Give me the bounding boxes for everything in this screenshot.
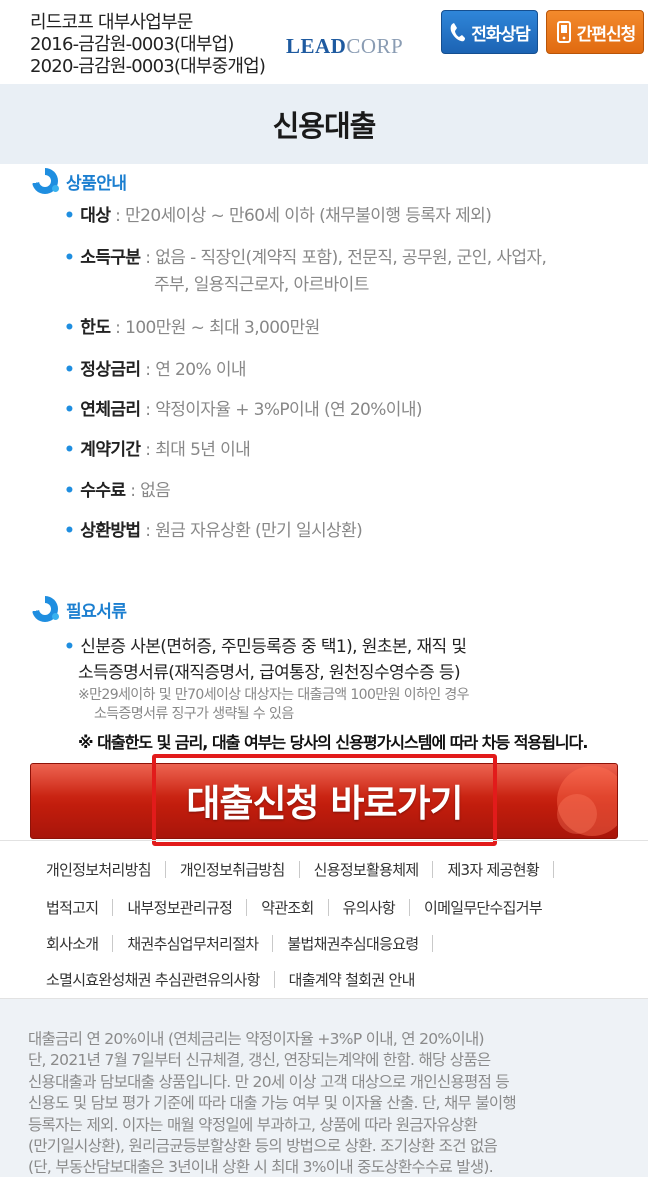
registration-lending: 2016-금감원-0003(대부업) bbox=[30, 34, 234, 55]
footer-link-row-1: 개인정보처리방침 개인정보취급방침 신용정보활용체제 제3자 제공현황 bbox=[32, 859, 554, 880]
footer-links: 개인정보처리방침 개인정보취급방침 신용정보활용체제 제3자 제공현황 법적고지… bbox=[0, 840, 648, 998]
quick-apply-label: 간편신청 bbox=[576, 24, 637, 45]
logo-corp: CORP bbox=[346, 34, 404, 58]
link-expired-claims[interactable]: 소멸시효완성채권 추심관련유의사항 bbox=[32, 969, 274, 990]
bullet: • bbox=[64, 637, 75, 657]
link-terms[interactable]: 약관조회 bbox=[247, 897, 327, 918]
required-docs: • 신분증 사본(면허증, 주민등록증 중 택1), 원초본, 재직 및 소득증명… bbox=[64, 634, 648, 724]
footer-link-row-2: 법적고지 내부정보관리규정 약관조회 유의사항 이메일무단수집거부 bbox=[32, 897, 556, 918]
link-email-refusal[interactable]: 이메일무단수집거부 bbox=[410, 897, 556, 918]
link-privacy-handling[interactable]: 개인정보취급방침 bbox=[166, 859, 299, 880]
loan-apply-button[interactable]: 대출신청 바로가기 bbox=[152, 754, 497, 846]
docs-line-1: • 신분증 사본(면허증, 주민등록증 중 택1), 원초본, 재직 및 bbox=[64, 637, 467, 657]
required-docs-heading: 필요서류 bbox=[32, 596, 127, 622]
required-docs-title: 필요서류 bbox=[66, 601, 127, 622]
section-ring-icon bbox=[32, 596, 59, 622]
link-internal-info-rules[interactable]: 내부정보관리규정 bbox=[113, 897, 246, 918]
link-illegal-collection[interactable]: 불법채권추심대응요령 bbox=[273, 933, 432, 954]
company-name: 리드코프 대부사업부문 bbox=[30, 12, 193, 33]
product-item-limit: • 한도 : 100만원 ~ 최대 3,000만원 bbox=[64, 318, 320, 338]
product-info-heading: 상품안내 bbox=[32, 168, 127, 194]
product-item-overdue-rate: • 연체금리 : 약정이자율 + 3%P이내 (연 20%이내) bbox=[64, 400, 423, 420]
registration-brokerage: 2020-금감원-0003(대부중개업) bbox=[30, 56, 266, 77]
bullet: • bbox=[64, 440, 75, 460]
company-info: 리드코프 대부사업부문 2016-금감원-0003(대부업) 2020-금감원-… bbox=[30, 12, 266, 78]
link-third-party[interactable]: 제3자 제공현황 bbox=[433, 859, 553, 880]
page-title: 신용대출 bbox=[272, 109, 377, 143]
disclaimer: 대출금리 연 20%이내 (연체금리는 약정이자율 +3%P 이내, 연 20%… bbox=[0, 998, 648, 1177]
bullet: • bbox=[64, 521, 75, 541]
divider bbox=[432, 935, 434, 952]
docs-note-2: 소득증명서류 징구가 생략될 수 있음 bbox=[94, 706, 294, 722]
link-credit-info-system[interactable]: 신용정보활용체제 bbox=[300, 859, 433, 880]
divider bbox=[552, 861, 554, 878]
product-info-title: 상품안내 bbox=[66, 173, 127, 194]
bullet: • bbox=[64, 400, 75, 420]
product-item-repayment: • 상환방법 : 원금 자유상환 (만기 일시상환) bbox=[64, 521, 363, 541]
product-item-fee: • 수수료 : 없음 bbox=[64, 481, 171, 501]
bullet: • bbox=[64, 360, 75, 380]
phone-icon bbox=[449, 20, 467, 44]
logo-lead: LEAD bbox=[286, 34, 347, 58]
product-item-term: • 계약기간 : 최대 5년 이내 bbox=[64, 440, 251, 460]
mobile-icon bbox=[555, 20, 573, 44]
phone-consult-label: 전화상담 bbox=[471, 24, 531, 45]
product-item-income: • 소득구분 : 없음 - 직장인(계약직 포함), 전문직, 공무원, 군인, … bbox=[64, 248, 547, 295]
leadcorp-logo[interactable]: LEADCORP bbox=[286, 34, 403, 59]
section-ring-icon bbox=[32, 168, 59, 194]
header: 리드코프 대부사업부문 2016-금감원-0003(대부업) 2020-금감원-… bbox=[0, 0, 648, 84]
docs-line-2: 소득증명서류(재직증명서, 급여통장, 원천징수영수증 등) bbox=[78, 663, 461, 683]
bullet: • bbox=[64, 481, 75, 501]
link-collection-procedure[interactable]: 채권추심업무처리절차 bbox=[113, 933, 272, 954]
link-privacy-policy[interactable]: 개인정보처리방침 bbox=[32, 859, 165, 880]
bullet: • bbox=[64, 206, 75, 226]
footer-link-row-3: 회사소개 채권추심업무처리절차 불법채권추심대응요령 bbox=[32, 933, 434, 954]
link-withdrawal-right[interactable]: 대출계약 철회권 안내 bbox=[275, 969, 429, 990]
banner-bubble bbox=[557, 794, 597, 834]
link-company-intro[interactable]: 회사소개 bbox=[32, 933, 112, 954]
link-legal-notice[interactable]: 법적고지 bbox=[32, 897, 112, 918]
docs-note-1: ※만29세이하 및 만70세이상 대상자는 대출금액 100만원 이하인 경우 bbox=[78, 687, 470, 703]
product-item-target: • 대상 : 만20세이상 ~ 만60세 이하 (채무불이행 등록자 제외) bbox=[64, 206, 492, 226]
quick-apply-button[interactable]: 간편신청 bbox=[546, 10, 644, 54]
footer-link-row-4: 소멸시효완성채권 추심관련유의사항 대출계약 철회권 안내 bbox=[32, 969, 429, 990]
link-cautions[interactable]: 유의사항 bbox=[329, 897, 409, 918]
phone-consult-button[interactable]: 전화상담 bbox=[441, 10, 538, 54]
rate-notice: ※ 대출한도 및 금리, 대출 여부는 당사의 신용평가시스템에 따라 차등 적… bbox=[78, 733, 588, 752]
disclaimer-text: 대출금리 연 20%이내 (연체금리는 약정이자율 +3%P 이내, 연 20%… bbox=[28, 1030, 517, 1177]
product-item-normal-rate: • 정상금리 : 연 20% 이내 bbox=[64, 360, 247, 380]
bullet: • bbox=[64, 318, 75, 338]
bullet: • bbox=[64, 248, 75, 268]
title-band: 신용대출 bbox=[0, 84, 648, 164]
